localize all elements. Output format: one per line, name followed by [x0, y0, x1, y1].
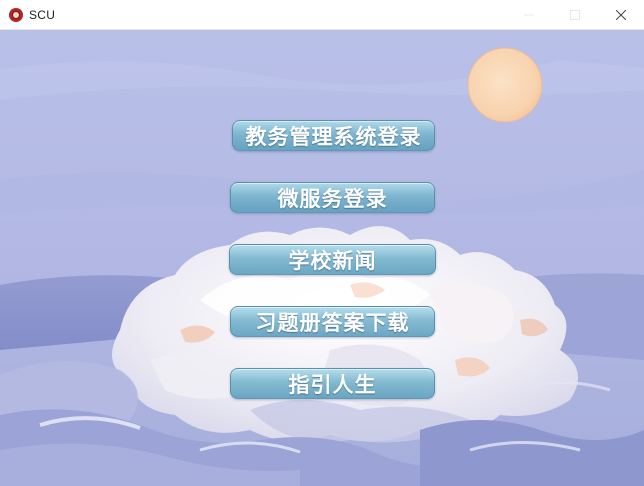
minimize-icon — [524, 14, 534, 15]
maximize-icon — [570, 9, 580, 20]
close-icon — [616, 9, 626, 20]
app-window: SCU 教务管理系统登录 微服务登录 学校新闻 习题册答案下载 指引人生 — [0, 0, 644, 486]
exercise-answers-download-button[interactable]: 习题册答案下载 — [230, 306, 435, 337]
window-controls — [506, 0, 644, 29]
university-seal-icon — [9, 7, 23, 22]
micro-service-login-button[interactable]: 微服务登录 — [230, 182, 435, 213]
title-bar[interactable]: SCU — [0, 0, 644, 30]
window-title: SCU — [29, 7, 56, 22]
academic-system-login-button[interactable]: 教务管理系统登录 — [232, 120, 435, 151]
school-news-button[interactable]: 学校新闻 — [229, 244, 436, 275]
life-guidance-button[interactable]: 指引人生 — [230, 368, 435, 399]
minimize-button[interactable] — [506, 0, 552, 29]
close-button[interactable] — [598, 0, 644, 29]
maximize-button[interactable] — [552, 0, 598, 29]
background-painting: 教务管理系统登录 微服务登录 学校新闻 习题册答案下载 指引人生 — [0, 30, 644, 486]
